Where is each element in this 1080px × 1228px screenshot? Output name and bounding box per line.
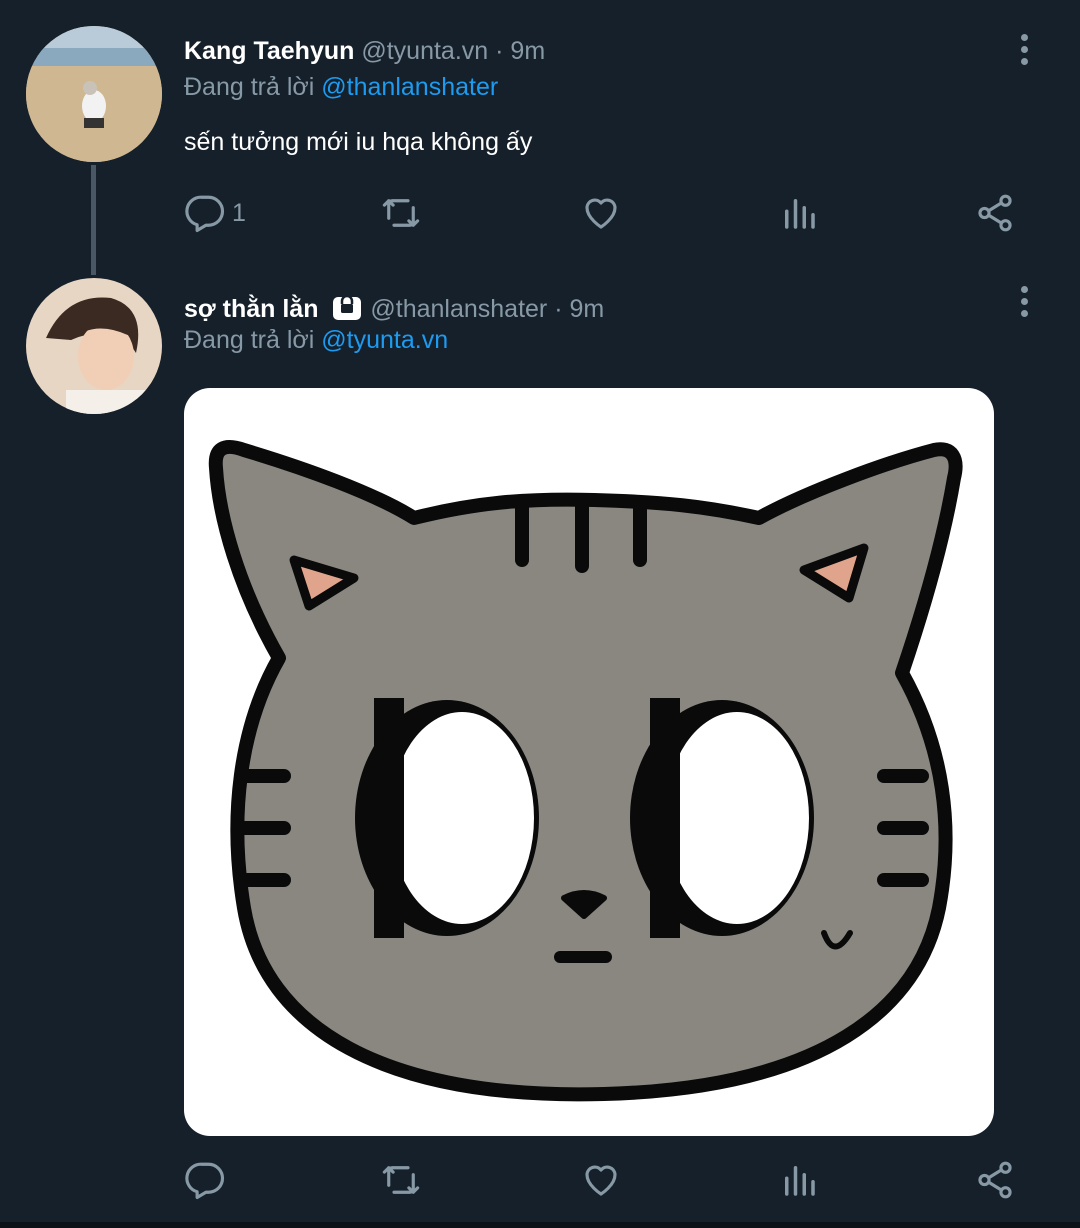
thread-line bbox=[91, 165, 96, 275]
display-name[interactable]: sợ thằn lằn bbox=[184, 295, 318, 323]
reply-mention[interactable]: @thanlanshater bbox=[321, 73, 498, 101]
retweet-button[interactable] bbox=[380, 188, 422, 238]
reply-prefix: Đang trả lời bbox=[184, 326, 315, 354]
analytics-button[interactable] bbox=[778, 188, 820, 238]
reply-prefix: Đang trả lời bbox=[184, 73, 315, 101]
analytics-icon bbox=[785, 199, 815, 229]
tweet-1[interactable]: Kang Taehyun @tyunta.vn · 9m Đang trả lờ… bbox=[0, 0, 1080, 275]
avatar[interactable] bbox=[26, 278, 162, 414]
reply-icon bbox=[185, 195, 224, 233]
reply-button[interactable]: 1 bbox=[184, 188, 246, 238]
handle[interactable]: @thanlanshater bbox=[370, 295, 547, 323]
action-bar bbox=[184, 1155, 1044, 1205]
retweet-button[interactable] bbox=[380, 1155, 422, 1205]
cat-illustration bbox=[208, 440, 963, 1102]
reply-mention[interactable]: @tyunta.vn bbox=[321, 326, 448, 354]
reply-context: Đang trả lời @tyunta.vn bbox=[184, 326, 448, 355]
action-bar: 1 bbox=[184, 188, 1044, 238]
tweet-header: sợ thằn lằn @thanlanshater · 9m bbox=[184, 291, 604, 328]
share-icon bbox=[978, 194, 1012, 232]
tweet-header: Kang Taehyun @tyunta.vn · 9m bbox=[184, 37, 545, 66]
tweet-text: sến tưởng mới iu hqa không ấy bbox=[184, 128, 533, 156]
bottom-divider bbox=[0, 1222, 1080, 1228]
reply-context: Đang trả lời @thanlanshater bbox=[184, 73, 498, 102]
like-button[interactable] bbox=[580, 1155, 622, 1205]
reply-button[interactable] bbox=[184, 1155, 226, 1205]
like-icon bbox=[585, 1165, 617, 1196]
tweet-media-image[interactable] bbox=[184, 388, 994, 1136]
share-icon bbox=[978, 1161, 1012, 1199]
share-button[interactable] bbox=[974, 1155, 1016, 1205]
like-button[interactable] bbox=[580, 188, 622, 238]
analytics-icon bbox=[785, 1166, 815, 1196]
handle[interactable]: @tyunta.vn bbox=[361, 37, 488, 65]
retweet-icon bbox=[382, 199, 420, 227]
reply-icon bbox=[185, 1162, 224, 1200]
timestamp[interactable]: · 9m bbox=[495, 37, 545, 65]
display-name[interactable]: Kang Taehyun bbox=[184, 37, 354, 65]
timestamp[interactable]: · 9m bbox=[554, 295, 604, 323]
retweet-icon bbox=[382, 1166, 420, 1194]
avatar[interactable] bbox=[26, 26, 162, 162]
more-icon[interactable] bbox=[1014, 34, 1034, 74]
lock-icon bbox=[331, 291, 363, 328]
share-button[interactable] bbox=[974, 188, 1016, 238]
more-icon[interactable] bbox=[1014, 286, 1034, 326]
like-icon bbox=[585, 198, 617, 229]
reply-count: 1 bbox=[232, 198, 246, 227]
analytics-button[interactable] bbox=[778, 1155, 820, 1205]
